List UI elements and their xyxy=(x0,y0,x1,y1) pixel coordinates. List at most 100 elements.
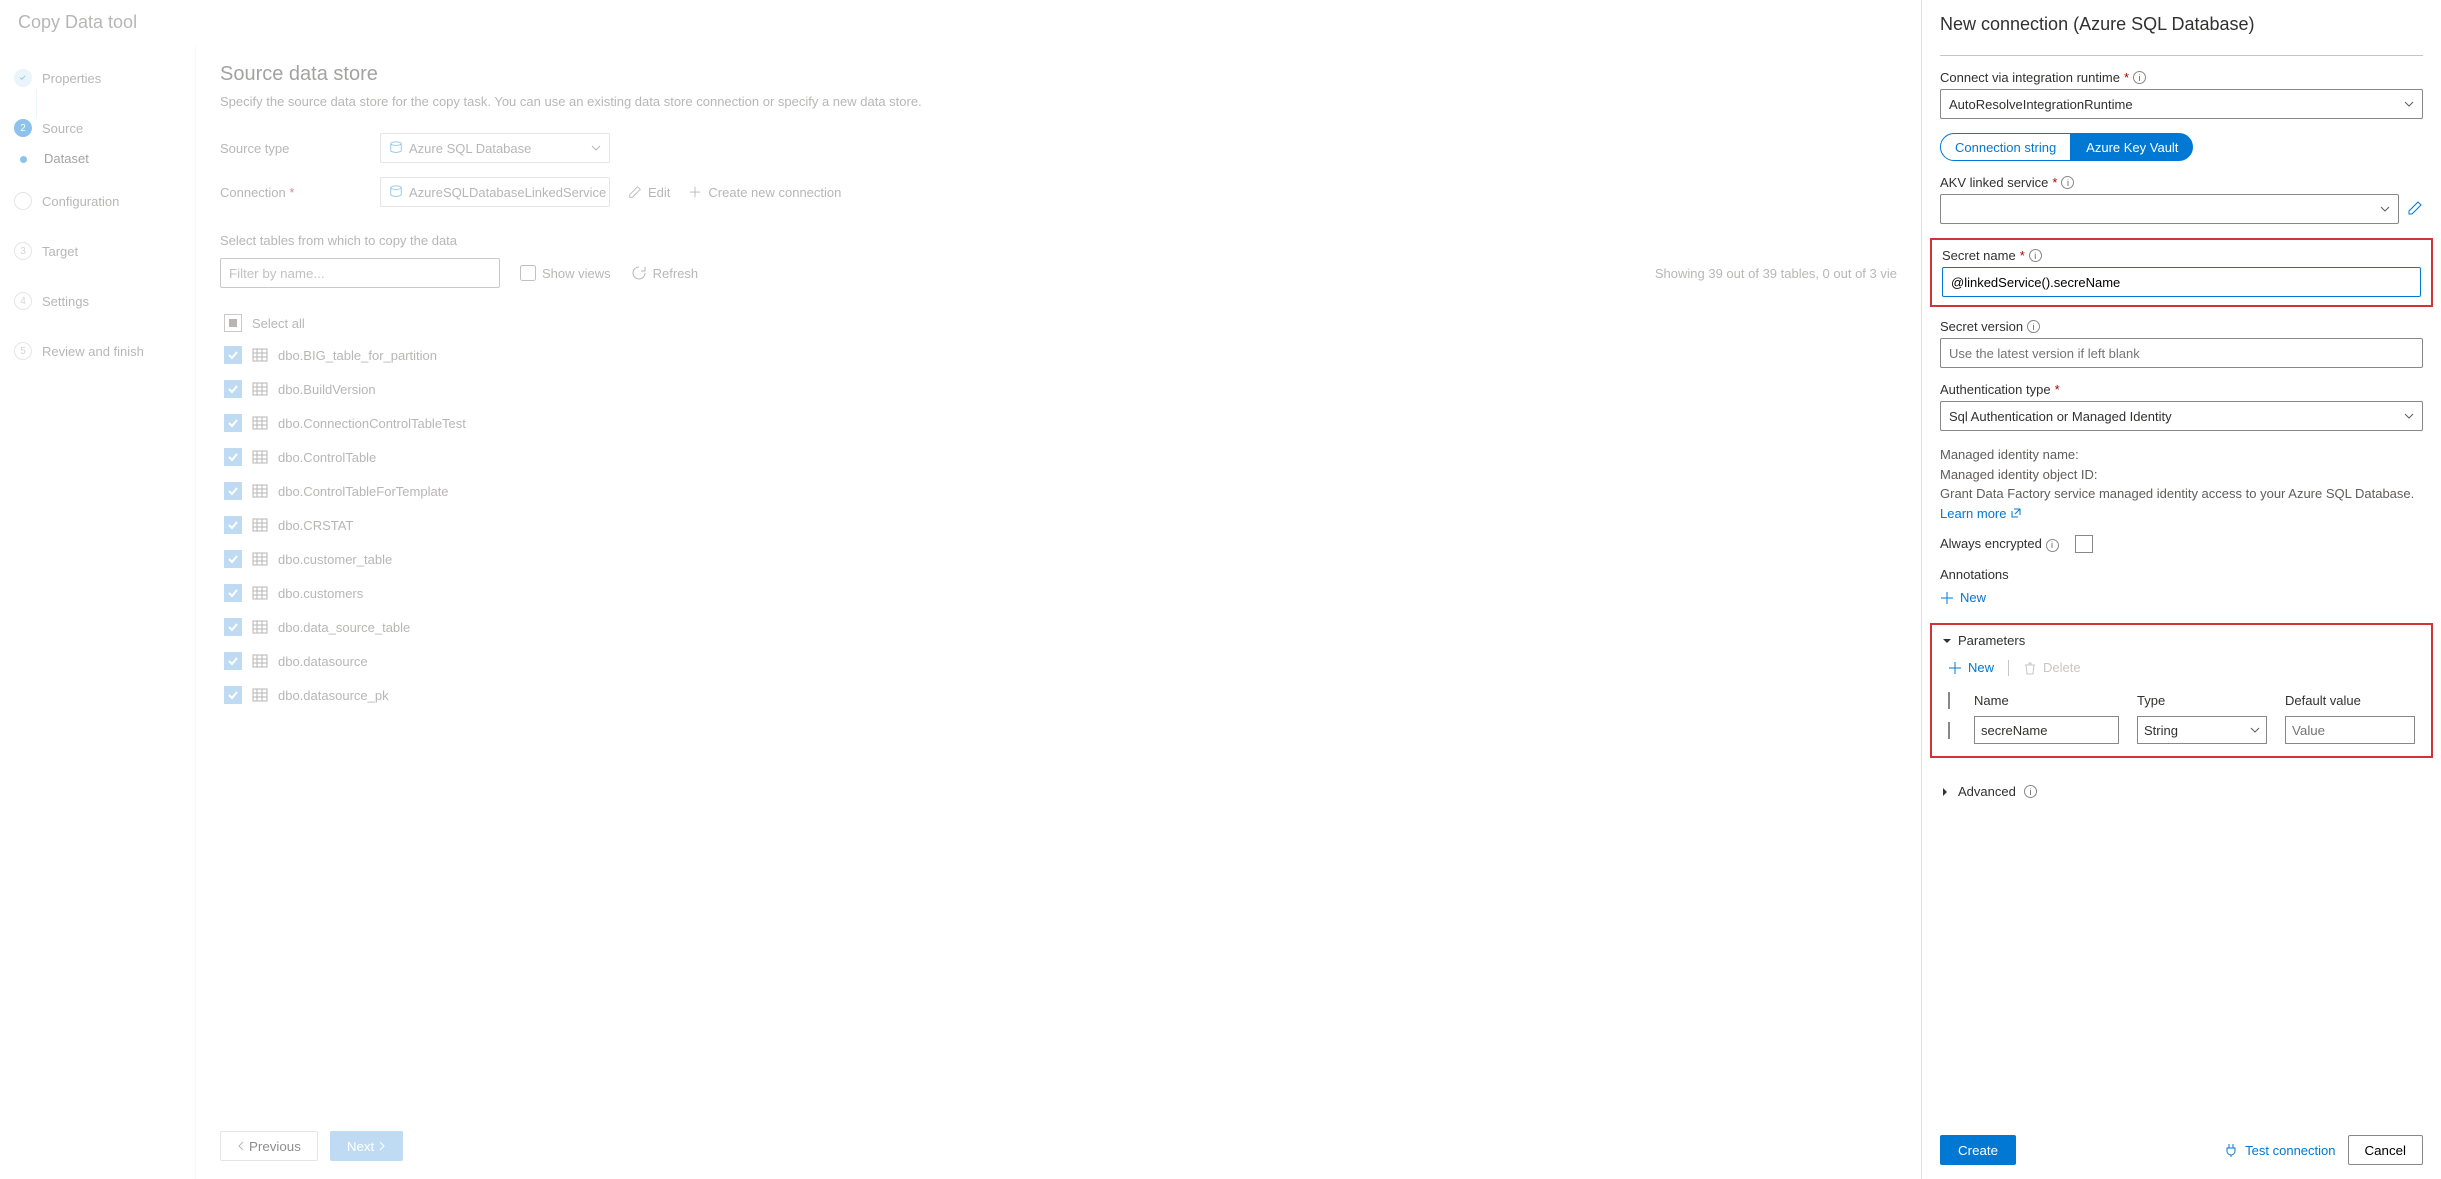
table-row[interactable]: dbo.data_source_table xyxy=(220,610,1897,644)
param-default-input[interactable] xyxy=(2285,716,2415,744)
previous-button[interactable]: Previous xyxy=(220,1131,318,1161)
chevron-down-icon xyxy=(2404,411,2414,421)
wizard-label: Target xyxy=(42,244,78,259)
table-row[interactable]: dbo.ControlTable xyxy=(220,440,1897,474)
table-icon xyxy=(252,551,268,567)
table-name: dbo.datasource xyxy=(278,654,368,669)
select-all-checkbox[interactable]: Select all xyxy=(220,308,1897,338)
wizard-step-properties[interactable]: Properties xyxy=(14,63,195,93)
wizard-nav: Properties 2 Source Dataset Configuratio… xyxy=(0,45,195,1179)
content-desc: Specify the source data store for the co… xyxy=(220,94,1897,109)
table-row[interactable]: dbo.datasource_pk xyxy=(220,678,1897,712)
wizard-step-configuration[interactable]: Configuration xyxy=(14,186,195,216)
learn-more-link[interactable]: Learn more xyxy=(1940,504,2022,524)
table-checkbox[interactable] xyxy=(224,414,242,432)
info-icon[interactable]: i xyxy=(2046,539,2059,552)
annotations-label: Annotations xyxy=(1940,567,2423,582)
chevron-down-icon xyxy=(591,143,601,153)
refresh-button[interactable]: Refresh xyxy=(631,265,699,281)
secret-version-input[interactable] xyxy=(1940,338,2423,368)
akv-dropdown[interactable] xyxy=(1940,194,2399,224)
table-checkbox[interactable] xyxy=(224,686,242,704)
wizard-label: Settings xyxy=(42,294,89,309)
auth-type-label: Authentication type * xyxy=(1940,382,2423,397)
select-tables-label: Select tables from which to copy the dat… xyxy=(220,233,1897,248)
show-views-checkbox[interactable]: Show views xyxy=(520,265,611,281)
database-icon xyxy=(389,141,403,155)
tab-connection-string[interactable]: Connection string xyxy=(1940,133,2071,161)
table-count: Showing 39 out of 39 tables, 0 out of 3 … xyxy=(1655,266,1897,281)
edit-akv-button[interactable] xyxy=(2407,200,2423,219)
param-type-dropdown[interactable]: String xyxy=(2137,716,2267,744)
refresh-icon xyxy=(631,265,647,281)
triangle-right-icon xyxy=(1940,787,1950,797)
secret-name-input[interactable] xyxy=(1942,267,2421,297)
chevron-down-icon xyxy=(2380,204,2390,214)
cancel-button[interactable]: Cancel xyxy=(2348,1135,2424,1165)
table-row[interactable]: dbo.customer_table xyxy=(220,542,1897,576)
info-icon[interactable]: i xyxy=(2029,249,2042,262)
wizard-step-settings[interactable]: 4 Settings xyxy=(14,286,195,316)
secret-name-label: Secret name * i xyxy=(1942,248,2421,263)
wizard-step-review[interactable]: 5 Review and finish xyxy=(14,336,195,366)
param-select-all[interactable] xyxy=(1948,692,1950,709)
edit-connection-button[interactable]: Edit xyxy=(628,185,670,200)
wizard-step-source[interactable]: 2 Source xyxy=(14,113,195,143)
wizard-step-target[interactable]: 3 Target xyxy=(14,236,195,266)
table-checkbox[interactable] xyxy=(224,584,242,602)
table-row[interactable]: dbo.datasource xyxy=(220,644,1897,678)
tab-azure-key-vault[interactable]: Azure Key Vault xyxy=(2071,133,2193,161)
info-icon[interactable]: i xyxy=(2061,176,2074,189)
col-type-header: Type xyxy=(2137,693,2267,708)
connect-via-dropdown[interactable]: AutoResolveIntegrationRuntime xyxy=(1940,89,2423,119)
new-parameter-button[interactable]: New xyxy=(1948,656,1994,679)
table-name: dbo.CRSTAT xyxy=(278,518,353,533)
next-button[interactable]: Next xyxy=(330,1131,403,1161)
table-checkbox[interactable] xyxy=(224,482,242,500)
param-row-checkbox[interactable] xyxy=(1948,722,1950,739)
parameters-highlight: Parameters New Delete Name Type Default … xyxy=(1930,623,2433,758)
auth-type-dropdown[interactable]: Sql Authentication or Managed Identity xyxy=(1940,401,2423,431)
info-icon[interactable]: i xyxy=(2133,71,2146,84)
create-button[interactable]: Create xyxy=(1940,1135,2016,1165)
table-checkbox[interactable] xyxy=(224,652,242,670)
advanced-toggle[interactable]: Advanced i xyxy=(1940,784,2423,799)
col-name-header: Name xyxy=(1974,693,2119,708)
create-connection-button[interactable]: Create new connection xyxy=(688,185,841,200)
always-encrypted-checkbox[interactable] xyxy=(2075,535,2093,553)
table-checkbox[interactable] xyxy=(224,516,242,534)
table-row[interactable]: dbo.CRSTAT xyxy=(220,508,1897,542)
table-checkbox[interactable] xyxy=(224,550,242,568)
table-name: dbo.ConnectionControlTableTest xyxy=(278,416,466,431)
table-name: dbo.ControlTableForTemplate xyxy=(278,484,449,499)
table-name: dbo.BuildVersion xyxy=(278,382,376,397)
connection-value: AzureSQLDatabaseLinkedService xyxy=(409,185,606,200)
chevron-down-icon xyxy=(2404,99,2414,109)
table-row[interactable]: dbo.BuildVersion xyxy=(220,372,1897,406)
table-row[interactable]: dbo.customers xyxy=(220,576,1897,610)
table-row[interactable]: dbo.ControlTableForTemplate xyxy=(220,474,1897,508)
info-icon[interactable]: i xyxy=(2024,785,2037,798)
pencil-icon xyxy=(2407,200,2423,216)
source-type-value: Azure SQL Database xyxy=(409,141,531,156)
connection-dropdown[interactable]: AzureSQLDatabaseLinkedService xyxy=(380,177,610,207)
table-checkbox[interactable] xyxy=(224,448,242,466)
table-name: dbo.customers xyxy=(278,586,363,601)
table-checkbox[interactable] xyxy=(224,346,242,364)
chevron-down-icon xyxy=(2250,725,2260,735)
table-name: dbo.data_source_table xyxy=(278,620,410,635)
test-connection-button[interactable]: Test connection xyxy=(2223,1142,2335,1158)
table-checkbox[interactable] xyxy=(224,618,242,636)
source-type-dropdown[interactable]: Azure SQL Database xyxy=(380,133,610,163)
wizard-substep-dataset[interactable]: Dataset xyxy=(14,151,195,166)
table-icon xyxy=(252,483,268,499)
filter-input[interactable] xyxy=(220,258,500,288)
table-name: dbo.ControlTable xyxy=(278,450,376,465)
new-annotation-button[interactable]: New xyxy=(1940,586,2423,609)
info-icon[interactable]: i xyxy=(2027,320,2040,333)
table-checkbox[interactable] xyxy=(224,380,242,398)
table-row[interactable]: dbo.BIG_table_for_partition xyxy=(220,338,1897,372)
parameters-header[interactable]: Parameters xyxy=(1942,633,2421,648)
param-name-input[interactable]: secreName xyxy=(1974,716,2119,744)
table-row[interactable]: dbo.ConnectionControlTableTest xyxy=(220,406,1897,440)
